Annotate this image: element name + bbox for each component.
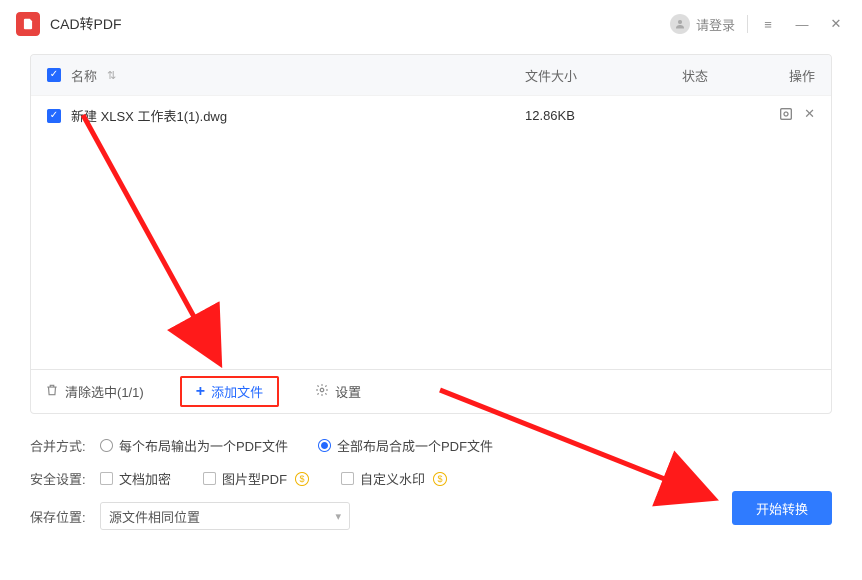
checkbox-icon (341, 472, 354, 485)
sort-icon[interactable]: ⇅ (107, 69, 116, 82)
merge-label: 合并方式: (30, 436, 90, 455)
security-label: 安全设置: (30, 469, 90, 488)
table-header: ✓ 名称 ⇅ 文件大小 状态 操作 (31, 55, 831, 95)
save-label: 保存位置: (30, 507, 90, 526)
security-image-pdf[interactable]: 图片型PDF $ (203, 469, 309, 488)
clear-selected-label: 清除选中(1/1) (65, 382, 144, 401)
merge-row: 合并方式: 每个布局输出为一个PDF文件 全部布局合成一个PDF文件 (30, 436, 832, 455)
app-icon (16, 12, 40, 36)
merge-opt2-label: 全部布局合成一个PDF文件 (337, 436, 493, 455)
radio-icon (100, 439, 113, 452)
trash-icon (45, 383, 59, 400)
start-convert-button[interactable]: 开始转换 (732, 491, 832, 525)
clear-selected-button[interactable]: 清除选中(1/1) (45, 382, 144, 401)
save-row: 保存位置: 源文件相同位置 ▾ (30, 502, 832, 530)
sec-opt3-label: 自定义水印 (360, 469, 425, 488)
sec-opt1-label: 文档加密 (119, 469, 171, 488)
select-all-checkbox[interactable]: ✓ (47, 68, 61, 82)
preview-icon[interactable] (778, 106, 794, 125)
add-file-button[interactable]: + 添加文件 (180, 376, 279, 407)
checkbox-icon (203, 472, 216, 485)
app-title: CAD转PDF (50, 14, 122, 34)
options-area: 合并方式: 每个布局输出为一个PDF文件 全部布局合成一个PDF文件 安全设置:… (30, 436, 832, 530)
merge-option-each[interactable]: 每个布局输出为一个PDF文件 (100, 436, 288, 455)
checkbox-icon (100, 472, 113, 485)
security-encrypt[interactable]: 文档加密 (100, 469, 171, 488)
panel-footer: 清除选中(1/1) + 添加文件 设置 (31, 369, 831, 413)
menu-button[interactable]: ≡ (758, 17, 778, 32)
premium-icon: $ (295, 472, 309, 486)
sec-opt2-label: 图片型PDF (222, 469, 287, 488)
gear-icon (315, 383, 329, 400)
minimize-button[interactable]: — (792, 17, 812, 32)
col-action-label: 操作 (745, 66, 815, 85)
row-checkbox[interactable]: ✓ (47, 109, 61, 123)
settings-label: 设置 (335, 382, 361, 401)
merge-opt1-label: 每个布局输出为一个PDF文件 (119, 436, 288, 455)
close-button[interactable]: ✕ (826, 16, 846, 32)
premium-icon: $ (433, 472, 447, 486)
merge-option-all[interactable]: 全部布局合成一个PDF文件 (318, 436, 493, 455)
window-controls: ≡ — ✕ (758, 16, 846, 32)
start-label: 开始转换 (756, 499, 808, 518)
file-size: 12.86KB (525, 108, 645, 123)
save-value: 源文件相同位置 (109, 507, 200, 526)
file-name: 新建 XLSX 工作表1(1).dwg (71, 106, 227, 125)
login-button[interactable]: 请登录 (670, 14, 735, 34)
col-status-label: 状态 (645, 66, 745, 85)
add-file-label: 添加文件 (211, 382, 263, 401)
radio-icon (318, 439, 331, 452)
login-label: 请登录 (696, 15, 735, 34)
user-icon (670, 14, 690, 34)
security-row: 安全设置: 文档加密 图片型PDF $ 自定义水印 $ (30, 469, 832, 488)
remove-icon[interactable]: ✕ (804, 106, 815, 125)
col-name-label: 名称 (71, 66, 97, 85)
plus-icon: + (196, 383, 205, 401)
table-row: ✓ 新建 XLSX 工作表1(1).dwg 12.86KB ✕ (31, 95, 831, 135)
file-list: ✓ 新建 XLSX 工作表1(1).dwg 12.86KB ✕ (31, 95, 831, 369)
settings-button[interactable]: 设置 (315, 382, 361, 401)
chevron-down-icon: ▾ (335, 510, 341, 523)
save-location-select[interactable]: 源文件相同位置 ▾ (100, 502, 350, 530)
col-size-label: 文件大小 (525, 66, 645, 85)
title-bar: CAD转PDF 请登录 ≡ — ✕ (0, 0, 862, 48)
file-panel: ✓ 名称 ⇅ 文件大小 状态 操作 ✓ 新建 XLSX 工作表1(1).dwg … (30, 54, 832, 414)
security-watermark[interactable]: 自定义水印 $ (341, 469, 447, 488)
